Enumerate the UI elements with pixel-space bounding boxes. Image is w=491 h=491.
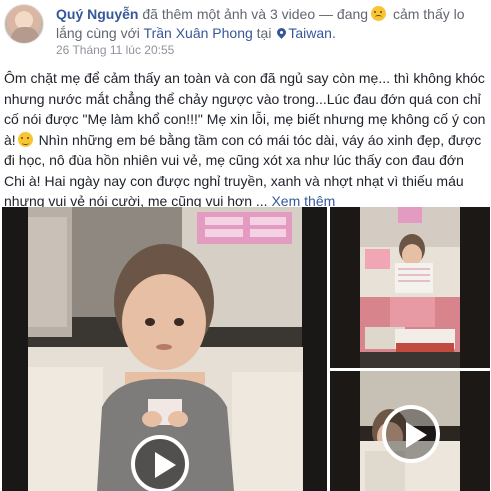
media-grid [0,207,491,491]
location-pin-icon [277,28,286,39]
header-at-text: tại [252,25,276,41]
video-main[interactable] [2,207,327,491]
author-name-link[interactable]: Quý Nguyễn [56,6,138,22]
header-action-text: đã thêm một ảnh và 3 video — đang [138,6,369,22]
post-text-part-2: Nhìn những em bé bằng tầm con có mái tóc… [4,131,482,210]
play-icon[interactable] [382,405,440,463]
header-line-2: lắng cùng với Trần Xuân Phong tại Taiwan… [56,24,488,42]
play-icon[interactable] [131,435,189,491]
header-with-text: cùng với [82,25,144,41]
location-link[interactable]: Taiwan. [288,25,335,41]
tagged-person-link[interactable]: Trần Xuân Phong [144,25,253,41]
post-header: Quý Nguyễn đã thêm một ảnh và 3 video — … [0,0,491,62]
header-feeling-word: lắng [56,25,83,41]
author-avatar[interactable] [4,4,44,44]
disappointed-face-icon [17,131,33,147]
video-side-top-thumbnail [330,207,490,368]
header-feeling-text: cảm thấy lo [389,6,465,22]
video-side-top[interactable] [330,207,490,368]
post-body-text: Ôm chặt mẹ để cảm thấy an toàn và con đã… [4,68,488,212]
video-side-bottom[interactable] [330,371,490,491]
header-line-1: Quý Nguyễn đã thêm một ảnh và 3 video — … [56,5,488,24]
feeling-worried-icon [371,6,387,21]
post-meta: 26 Tháng 11 lúc 20:55 [56,42,174,58]
post-timestamp-link[interactable]: 26 Tháng 11 lúc 20:55 [56,43,174,57]
